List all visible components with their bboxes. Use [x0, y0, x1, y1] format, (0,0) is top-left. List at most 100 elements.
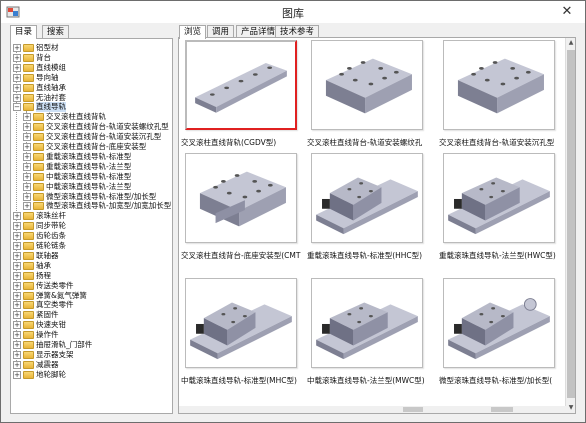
expand-icon[interactable]: +: [23, 113, 31, 122]
part-thumbnail[interactable]: [443, 153, 555, 243]
expand-icon[interactable]: +: [13, 291, 21, 300]
vertical-scrollbar[interactable]: ▲ ▼: [565, 38, 575, 413]
close-button[interactable]: ✕: [559, 4, 575, 20]
expand-icon[interactable]: +: [13, 350, 21, 359]
part-thumbnail[interactable]: [443, 278, 555, 368]
collapse-icon[interactable]: −: [13, 103, 21, 112]
expand-icon[interactable]: +: [13, 63, 21, 72]
tree-item-label: 微型滚珠直线导轨-加宽型/加宽加长型: [46, 201, 172, 211]
folder-icon: [33, 113, 44, 122]
expand-icon[interactable]: +: [13, 261, 21, 270]
folder-icon: [23, 341, 34, 349]
tab-search[interactable]: 搜索: [42, 25, 70, 38]
folder-icon: [23, 360, 34, 369]
tree-item-label: 无油衬套: [36, 92, 66, 102]
expand-icon[interactable]: +: [23, 202, 31, 211]
expand-icon[interactable]: +: [13, 83, 21, 92]
folder-icon: [23, 83, 34, 92]
expand-icon[interactable]: +: [13, 53, 21, 62]
expand-icon[interactable]: +: [13, 311, 21, 320]
expand-icon[interactable]: +: [13, 232, 21, 241]
expand-icon[interactable]: +: [23, 143, 31, 151]
expand-icon[interactable]: +: [13, 44, 21, 52]
expand-icon[interactable]: +: [13, 281, 21, 290]
folder-icon: [23, 261, 34, 270]
folder-icon: [23, 232, 34, 241]
heavy-ball-guide-flange-render-icon: [448, 177, 550, 235]
expand-icon[interactable]: +: [23, 152, 31, 161]
folder-icon: [33, 123, 44, 132]
part-thumbnail[interactable]: [443, 40, 555, 130]
tree-item-label: 操作件: [36, 330, 59, 340]
tree-item-label: 重载滚珠直线导轨-标准型: [46, 151, 132, 161]
horizontal-scrollbar[interactable]: [179, 406, 567, 413]
title-bar: 图库 ✕: [1, 1, 585, 23]
expand-icon[interactable]: +: [13, 331, 21, 340]
expand-icon[interactable]: +: [13, 93, 21, 102]
tree-item-label: 背台: [36, 52, 51, 62]
gallery-item-caption: 重载滚珠直线导轨-标准型(HHC型): [307, 251, 423, 260]
window-title: 图库: [282, 7, 304, 20]
folder-icon: [23, 242, 34, 250]
folder-icon: [23, 281, 34, 290]
part-thumbnail[interactable]: [185, 278, 297, 368]
expand-icon[interactable]: +: [13, 212, 21, 221]
cross-roller-rail-render-icon: [195, 63, 287, 113]
medium-ball-guide-flange-render-icon: [316, 302, 418, 360]
folder-icon: [23, 331, 34, 340]
expand-icon[interactable]: +: [23, 162, 31, 171]
folder-icon: [23, 301, 34, 310]
expand-icon[interactable]: +: [13, 251, 21, 260]
expand-icon[interactable]: +: [13, 271, 21, 280]
tab-browse[interactable]: 浏览: [179, 25, 207, 39]
expand-icon[interactable]: +: [13, 370, 21, 379]
expand-icon[interactable]: +: [23, 192, 31, 201]
scrollbar-thumb[interactable]: [491, 407, 513, 412]
gallery-item-caption: 交叉滚柱直线背台-轨道安装沉孔型: [439, 138, 555, 147]
part-thumbnail[interactable]: [185, 40, 297, 130]
tree-item-label: 直线模组: [36, 62, 66, 72]
expand-icon[interactable]: +: [23, 172, 31, 181]
gallery-item-caption: 交叉滚柱直线背台-底座安装型(CMT: [181, 251, 301, 260]
scrollbar-thumb[interactable]: [403, 407, 423, 412]
expand-icon[interactable]: +: [13, 341, 21, 349]
expand-icon[interactable]: +: [23, 182, 31, 191]
expand-icon[interactable]: +: [13, 301, 21, 310]
heavy-ball-guide-standard-render-icon: [316, 177, 418, 235]
part-thumbnail[interactable]: [185, 153, 297, 243]
folder-icon: [33, 152, 44, 161]
tree-item-label: 交叉滚柱直线背轨: [46, 112, 106, 122]
category-tree[interactable]: + 铝型材 + 背台 + 直线模组 + 导向轴 + 直线轴承 + 无油衬套 − 直线导轨 + 交叉滚柱直线背轨…: [10, 38, 173, 414]
scroll-down-icon[interactable]: ▼: [566, 403, 575, 413]
expand-icon[interactable]: +: [13, 222, 21, 231]
folder-icon: [23, 212, 34, 221]
tree-item-label: 快速夹钳: [36, 320, 66, 330]
folder-icon: [23, 103, 34, 112]
expand-icon[interactable]: +: [13, 73, 21, 82]
gallery-item-caption: 中载滚珠直线导轨-法兰型(MWC型): [307, 376, 425, 385]
folder-icon: [23, 271, 34, 280]
folder-icon: [23, 53, 34, 62]
folder-icon: [23, 350, 34, 359]
tree-item-label: 重载滚珠直线导轨-法兰型: [46, 161, 132, 171]
tree-item-label: 链轮链条: [36, 241, 66, 250]
part-thumbnail[interactable]: [311, 278, 423, 368]
expand-icon[interactable]: +: [23, 123, 31, 132]
expand-icon[interactable]: +: [23, 133, 31, 142]
expand-icon[interactable]: +: [13, 321, 21, 330]
tree-item-label: 直线轴承: [36, 82, 66, 92]
part-gallery[interactable]: ▲ ▼ 交叉滚柱直线背轨(CGDV型) 交叉滚柱直线背台-轨道安装螺纹孔 交叉滚…: [178, 37, 576, 414]
tree-item-label: 滚珠丝杆: [36, 211, 66, 221]
expand-icon[interactable]: +: [13, 360, 21, 369]
part-thumbnail[interactable]: [311, 40, 423, 130]
mini-ball-guide-render-icon: [448, 298, 550, 360]
gallery-item-caption: 中载滚珠直线导轨-标准型(MHC型): [181, 376, 297, 385]
tree-item-label: 真空类零件: [36, 300, 74, 310]
folder-icon: [33, 172, 44, 181]
part-thumbnail[interactable]: [311, 153, 423, 243]
tab-directory[interactable]: 目录: [10, 25, 38, 39]
scroll-up-icon[interactable]: ▲: [566, 38, 575, 48]
expand-icon[interactable]: +: [13, 242, 21, 250]
scrollbar-thumb[interactable]: [567, 50, 575, 398]
tree-item-label: 轴承: [36, 260, 51, 270]
